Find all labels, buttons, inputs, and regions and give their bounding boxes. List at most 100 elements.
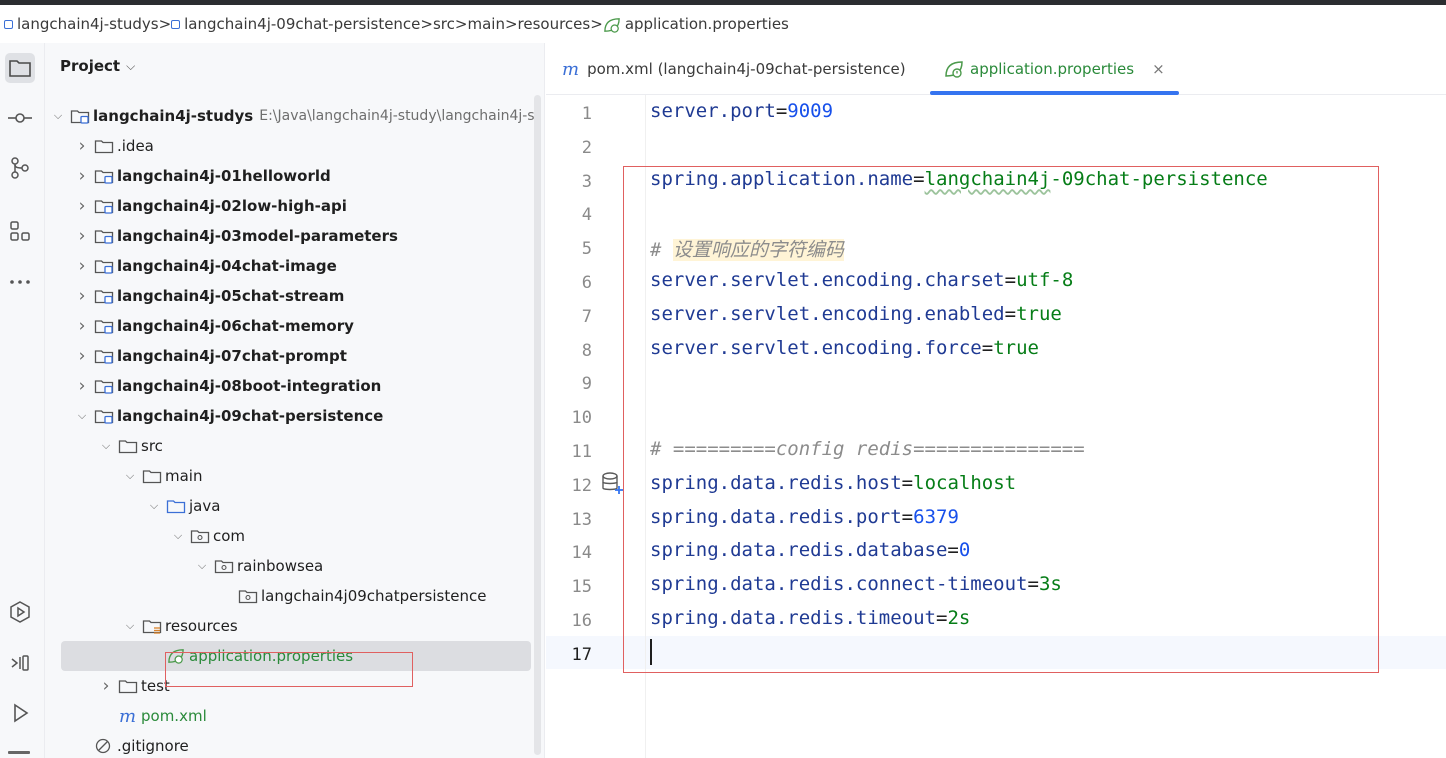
module-folder-icon: [94, 288, 114, 304]
tab-label: pom.xml (langchain4j-09chat-persistence): [587, 60, 906, 78]
tree-item[interactable]: .gitignore: [45, 731, 534, 758]
run-tool-icon[interactable]: [5, 698, 35, 728]
tree-item[interactable]: ⌵ langchain4j-09chat-persistence: [45, 401, 534, 431]
line-number: 13: [571, 509, 592, 530]
breadcrumb-item[interactable]: src: [433, 15, 455, 33]
tree-item[interactable]: › langchain4j-04chat-image: [45, 251, 534, 281]
terminal-tool-icon[interactable]: [5, 648, 35, 678]
git-tool-icon[interactable]: [5, 153, 35, 183]
tree-item[interactable]: › langchain4j-08boot-integration: [45, 371, 534, 401]
chevron-down-icon[interactable]: ⌵: [195, 559, 209, 573]
tree-item[interactable]: ⌵ main: [45, 461, 534, 491]
folder-icon: [118, 678, 138, 694]
source-folder-icon: [166, 498, 186, 514]
tree-item[interactable]: ⌵ rainbowsea: [45, 551, 534, 581]
close-tab-icon[interactable]: ×: [1152, 60, 1165, 78]
chevron-right-icon[interactable]: ›: [75, 346, 89, 366]
chevron-right-icon[interactable]: ›: [75, 316, 89, 336]
tree-item[interactable]: ⌵ resources: [45, 611, 534, 641]
tree-item[interactable]: › langchain4j-06chat-memory: [45, 311, 534, 341]
breadcrumb-label: src: [432, 15, 455, 33]
tree-item-label: rainbowsea: [237, 557, 324, 575]
more-tools-icon[interactable]: [5, 267, 35, 297]
line-number: 12: [571, 475, 592, 496]
tree-item-label: langchain4j-08boot-integration: [117, 377, 382, 395]
chevron-down-icon[interactable]: ⌵: [51, 109, 65, 123]
chevron-right-icon[interactable]: ›: [75, 196, 89, 216]
tree-item[interactable]: › .idea: [45, 131, 534, 161]
line-number: 1: [581, 104, 592, 124]
tree-item[interactable]: › langchain4j-01helloworld: [45, 161, 534, 191]
services-tool-icon[interactable]: [5, 597, 35, 627]
tab-label: application.properties: [970, 60, 1135, 78]
commit-tool-icon[interactable]: [5, 103, 35, 133]
chevron-down-icon[interactable]: ⌵: [75, 409, 89, 423]
breadcrumb-label: resources: [517, 15, 591, 33]
code-line[interactable]: server.port=9009: [650, 100, 833, 122]
tree-item-label: langchain4j-03model-parameters: [117, 227, 398, 245]
project-scrollbar[interactable]: [534, 95, 541, 755]
tree-item[interactable]: › langchain4j-07chat-prompt: [45, 341, 534, 371]
chevron-right-icon[interactable]: ›: [75, 136, 89, 156]
chevron-right-icon[interactable]: ›: [75, 166, 89, 186]
tree-item[interactable]: ⌵ src: [45, 431, 534, 461]
tree-item[interactable]: › langchain4j-02low-high-api: [45, 191, 534, 221]
tree-item-label: langchain4j-05chat-stream: [117, 287, 345, 305]
chevron-down-icon[interactable]: ⌵: [123, 469, 137, 483]
chevron-right-icon: >: [590, 15, 603, 33]
chevron-down-icon: ⌵: [126, 58, 136, 73]
chevron-right-icon[interactable]: ›: [75, 256, 89, 276]
chevron-right-icon[interactable]: ›: [99, 676, 113, 696]
folder-icon: [142, 468, 162, 484]
maven-icon: m: [118, 706, 138, 727]
module-folder-icon: [94, 378, 114, 394]
tree-item-path: E:\Java\langchain4j-study\langchain4j-st…: [259, 108, 534, 124]
tree-item-label: main: [165, 467, 203, 485]
tree-item[interactable]: ⌵ langchain4j-studys E:\Java\langchain4j-s…: [45, 101, 534, 131]
annotation-box-tree: [165, 652, 413, 687]
module-icon: [171, 19, 181, 29]
breadcrumb-item[interactable]: application.properties: [603, 15, 789, 33]
line-number: 5: [581, 239, 592, 260]
tree-item-label: langchain4j-06chat-memory: [117, 317, 354, 335]
project-panel: Project ⌵ ⌵ langchain4j-studys E:\Java\lan…: [45, 43, 545, 758]
chevron-down-icon[interactable]: ⌵: [99, 439, 113, 453]
breadcrumb-item[interactable]: resources: [518, 15, 591, 33]
svg-text:m: m: [119, 708, 136, 724]
tree-item[interactable]: ⌵ com: [45, 521, 534, 551]
breadcrumb-item[interactable]: main: [467, 15, 504, 33]
tree-item-label: resources: [165, 617, 238, 635]
module-folder-icon: [70, 108, 90, 124]
line-number: 14: [571, 543, 592, 564]
line-number: 3: [581, 171, 592, 192]
chevron-right-icon[interactable]: ›: [75, 286, 89, 306]
chevron-right-icon[interactable]: ›: [75, 376, 89, 396]
code-token: server.port: [650, 100, 776, 122]
tree-item-label: .gitignore: [117, 737, 189, 755]
package-icon: [214, 558, 234, 574]
breadcrumb-item[interactable]: langchain4j-09chat-persistence: [171, 15, 420, 33]
chevron-right-icon[interactable]: ›: [75, 226, 89, 246]
chevron-down-icon[interactable]: ⌵: [123, 619, 137, 633]
tree-item[interactable]: m pom.xml: [45, 701, 534, 731]
tab-application-properties[interactable]: application.properties ×: [930, 43, 1179, 95]
chevron-down-icon[interactable]: ⌵: [171, 529, 185, 543]
tree-item[interactable]: › langchain4j-05chat-stream: [45, 281, 534, 311]
tree-item[interactable]: ⌵ java: [45, 491, 534, 521]
tree-item[interactable]: › langchain4j-03model-parameters: [45, 221, 534, 251]
breadcrumb-label: langchain4j-09chat-persistence: [184, 15, 421, 33]
chevron-down-icon[interactable]: ⌵: [147, 499, 161, 513]
chevron-right-icon: >: [504, 15, 518, 33]
tree-item[interactable]: langchain4j09chatpersistence: [45, 581, 534, 611]
breadcrumb-item[interactable]: langchain4j-studys: [4, 15, 159, 33]
chevron-right-icon: >: [420, 15, 433, 33]
line-number: 8: [581, 340, 592, 361]
tree-item-label: src: [141, 437, 163, 455]
panel-icon[interactable]: [8, 751, 30, 754]
structure-tool-icon[interactable]: [5, 216, 35, 246]
tab-pom-xml[interactable]: m pom.xml (langchain4j-09chat-persistenc…: [562, 43, 906, 95]
database-add-icon[interactable]: [600, 471, 624, 495]
maven-icon: m: [562, 58, 580, 80]
project-panel-header[interactable]: Project ⌵: [60, 57, 135, 75]
project-tool-icon[interactable]: [5, 53, 35, 83]
